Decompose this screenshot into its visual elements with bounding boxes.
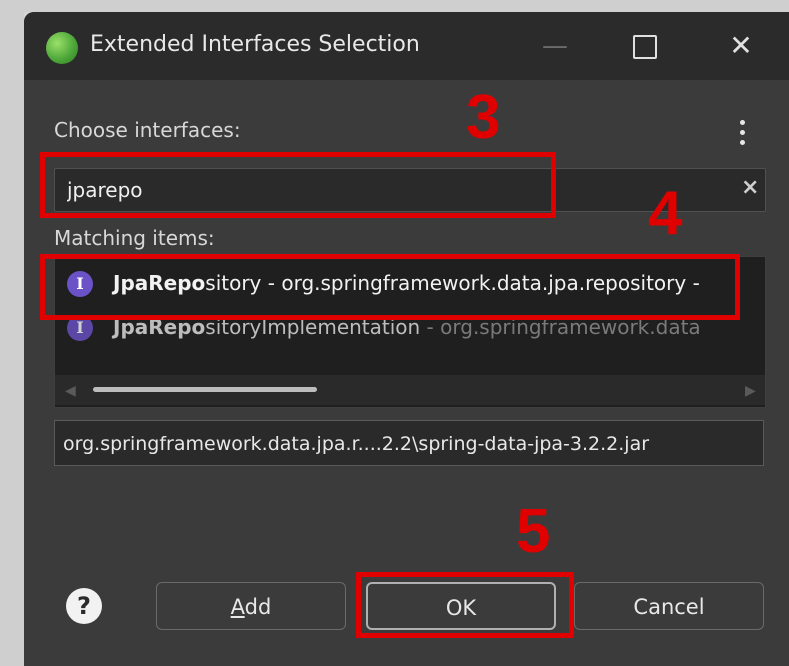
close-button[interactable]: ✕: [714, 24, 768, 68]
maximize-icon: [633, 34, 657, 59]
clear-icon[interactable]: ×: [741, 175, 759, 200]
maximize-button[interactable]: [618, 24, 672, 68]
background-top: [24, 0, 789, 12]
horizontal-scrollbar[interactable]: ◀ ▶: [55, 375, 765, 405]
view-menu-icon[interactable]: [732, 116, 752, 152]
add-button[interactable]: Add: [156, 582, 346, 630]
help-icon[interactable]: ?: [66, 588, 102, 624]
annotation-number-4: 4: [648, 179, 683, 248]
spring-app-icon: [46, 32, 78, 64]
matching-items-label: Matching items:: [54, 226, 215, 250]
scrollbar-thumb[interactable]: [93, 387, 317, 392]
annotation-number-3: 3: [466, 83, 501, 152]
location-field: org.springframework.data.jpa.r....2.2\sp…: [54, 420, 764, 466]
extended-interfaces-dialog: Extended Interfaces Selection — ✕ Choose…: [24, 12, 789, 666]
annotation-box-3: [40, 152, 556, 218]
title-bar: Extended Interfaces Selection — ✕: [24, 12, 789, 80]
dialog-title: Extended Interfaces Selection: [90, 32, 420, 57]
scroll-left-icon[interactable]: ◀: [65, 383, 76, 399]
annotation-number-5: 5: [516, 497, 551, 566]
scroll-right-icon[interactable]: ▶: [745, 383, 756, 399]
background-left: [0, 0, 24, 666]
annotation-box-4: [40, 254, 740, 320]
annotation-box-5: [356, 572, 574, 638]
choose-interfaces-label: Choose interfaces:: [54, 118, 241, 142]
cancel-button[interactable]: Cancel: [574, 582, 764, 630]
minimize-button[interactable]: —: [528, 24, 582, 68]
